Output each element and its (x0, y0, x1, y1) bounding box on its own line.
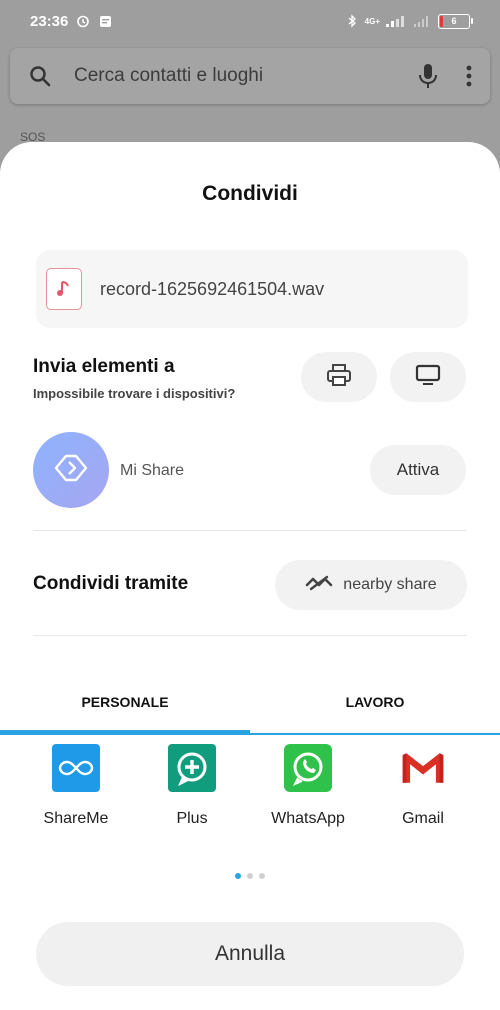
tab-bar: PERSONALE LAVORO (0, 672, 500, 736)
activate-button[interactable]: Attiva (370, 445, 466, 495)
tab-indicator (0, 730, 250, 735)
nearby-share-label: nearby share (343, 576, 437, 593)
divider (33, 635, 467, 636)
cancel-button[interactable]: Annulla (36, 922, 464, 986)
mishare-icon (52, 453, 90, 488)
sheet-title: Condividi (202, 182, 298, 205)
battery-level: 6 (451, 16, 457, 26)
mishare-avatar[interactable] (33, 432, 109, 508)
app-label: Gmail (402, 810, 444, 827)
divider (33, 530, 467, 531)
tab-baseline (250, 733, 500, 735)
tv-button[interactable] (390, 352, 466, 402)
app-gmail[interactable]: Gmail (365, 744, 481, 828)
search-placeholder[interactable]: Cerca contatti e luoghi (74, 65, 418, 87)
status-right: 4G+ 6 (345, 13, 473, 29)
app-whatsapp[interactable]: WhatsApp (250, 744, 366, 828)
app-grid: ShareMe Plus WhatsApp Gmail (0, 744, 500, 844)
send-to-subtitle[interactable]: Impossibile trovare i dispositivi? (33, 386, 235, 401)
status-bar: 23:36 4G+ 6 (0, 0, 500, 42)
alarm-icon (76, 14, 90, 28)
tv-icon (415, 364, 441, 391)
status-time: 23:36 (30, 12, 69, 30)
notification-icon (98, 14, 112, 28)
page-dot (259, 873, 265, 879)
file-card: record-1625692461504.wav (36, 250, 468, 328)
network-label: 4G+ (364, 16, 380, 26)
more-icon[interactable] (466, 65, 472, 87)
search-icon[interactable] (28, 64, 52, 88)
share-sheet: Condividi record-1625692461504.wav Invia… (0, 142, 500, 1010)
app-shareme[interactable]: ShareMe (18, 744, 134, 828)
file-name: record-1625692461504.wav (100, 278, 325, 299)
bluetooth-icon (345, 14, 359, 28)
app-label: WhatsApp (271, 810, 345, 827)
audio-file-icon (46, 268, 82, 310)
signal-icon (386, 14, 408, 28)
plus-icon (168, 744, 216, 792)
search-bar[interactable]: Cerca contatti e luoghi (10, 48, 490, 104)
nearby-share-button[interactable]: nearby share (275, 560, 467, 610)
whatsapp-icon (284, 744, 332, 792)
send-to-title: Invia elementi a (33, 356, 175, 377)
page-dot (235, 873, 241, 879)
signal-icon-2 (414, 14, 432, 28)
page-indicator (0, 873, 500, 879)
app-plus[interactable]: Plus (134, 744, 250, 828)
mishare-label: Mi Share (120, 462, 185, 479)
status-left: 23:36 (30, 13, 112, 30)
share-via-title: Condividi tramite (33, 573, 189, 594)
gmail-icon (399, 744, 447, 792)
printer-icon (326, 363, 352, 392)
nearby-share-icon (305, 575, 333, 596)
printer-button[interactable] (301, 352, 377, 402)
app-label: Plus (176, 810, 208, 827)
mic-icon[interactable] (418, 63, 438, 89)
shareme-icon (52, 744, 100, 792)
battery-icon: 6 (438, 13, 473, 29)
app-label: ShareMe (43, 810, 109, 827)
tab-lavoro[interactable]: LAVORO (250, 672, 500, 732)
page-dot (247, 873, 253, 879)
tab-personale[interactable]: PERSONALE (0, 672, 250, 732)
